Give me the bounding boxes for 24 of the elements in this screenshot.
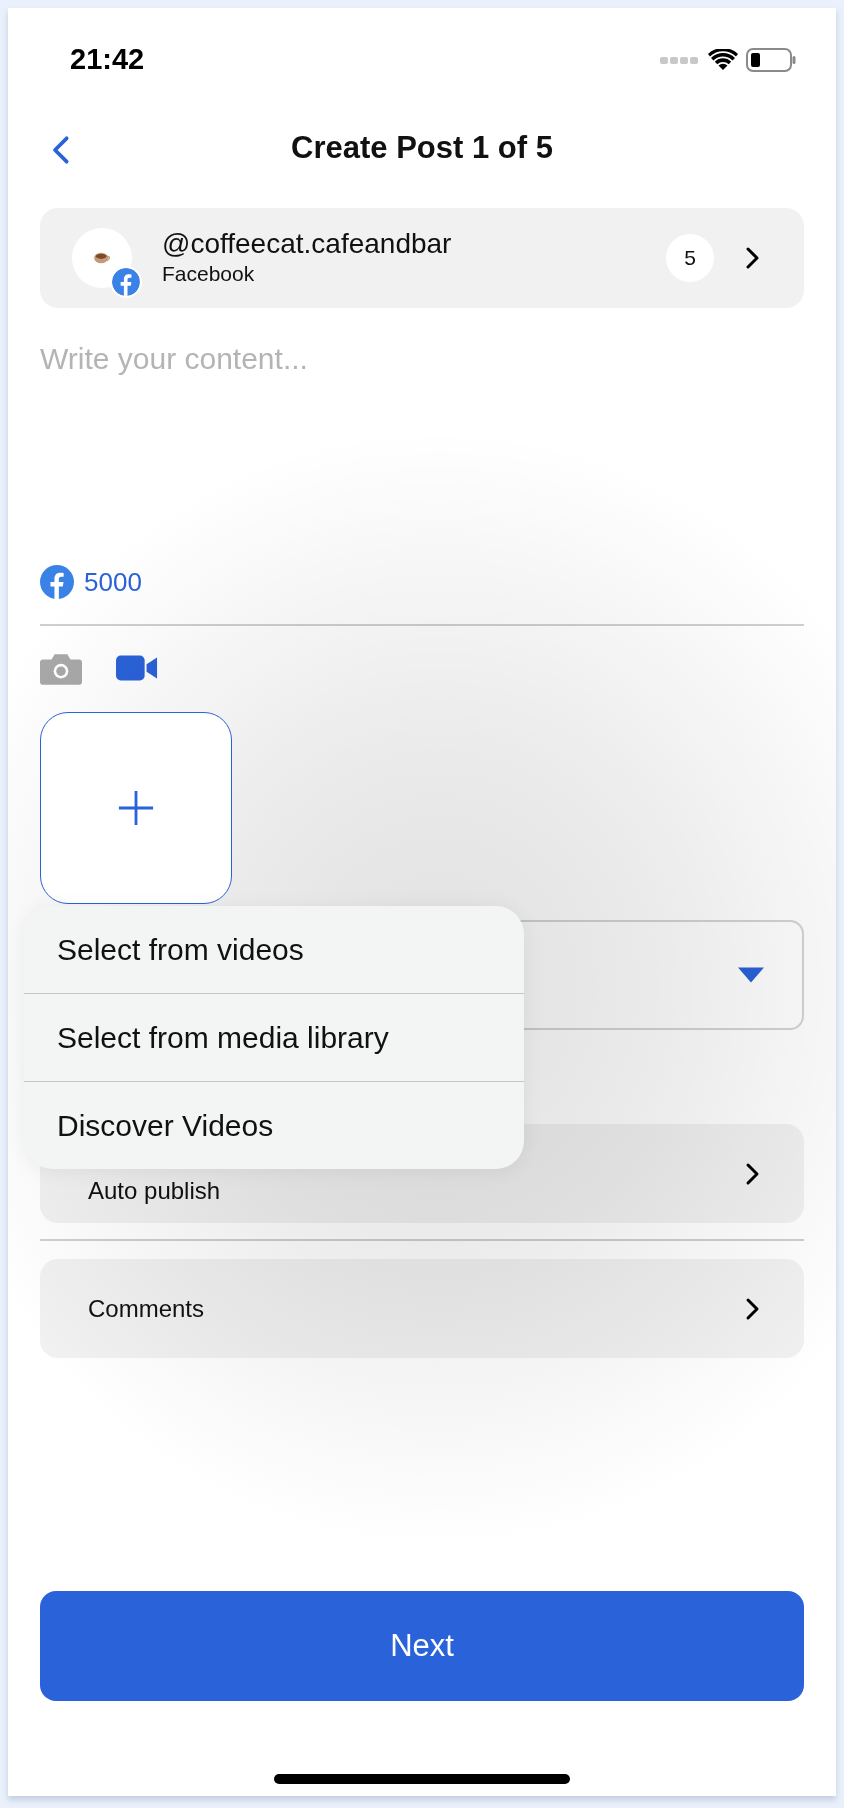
row-label: Auto publish	[88, 1176, 221, 1205]
screen-title: Create Post 1 of 5	[291, 130, 553, 166]
caret-down-icon	[738, 967, 764, 983]
plus-icon[interactable]	[117, 789, 155, 827]
content-field[interactable]: Write your content...	[40, 342, 804, 552]
add-media-button[interactable]	[40, 712, 232, 904]
menu-item[interactable]: Discover Videos	[24, 1081, 524, 1169]
wifi-icon	[708, 49, 738, 71]
facebook-icon	[40, 565, 74, 599]
battery-icon	[746, 48, 796, 72]
count-badge: 5	[666, 234, 714, 282]
row-label: Comments	[88, 1294, 205, 1323]
account-card[interactable]: @coffeecat.cafeandbar Facebook 5	[40, 208, 804, 308]
character-limit: 5000	[84, 566, 142, 598]
menu-item[interactable]: Select from media library	[24, 993, 524, 1081]
account-handle: @coffeecat.cafeandbar	[162, 228, 453, 260]
status-time: 21:42	[70, 44, 145, 74]
facebook-icon	[110, 266, 142, 298]
settings-row[interactable]: Comments	[40, 1259, 804, 1358]
cup-icon	[91, 251, 113, 265]
network-label: Facebook	[162, 261, 256, 287]
menu-item[interactable]: Select from videos	[24, 906, 524, 993]
next-button[interactable]: Next	[40, 1591, 804, 1701]
signal-icon	[660, 55, 700, 65]
